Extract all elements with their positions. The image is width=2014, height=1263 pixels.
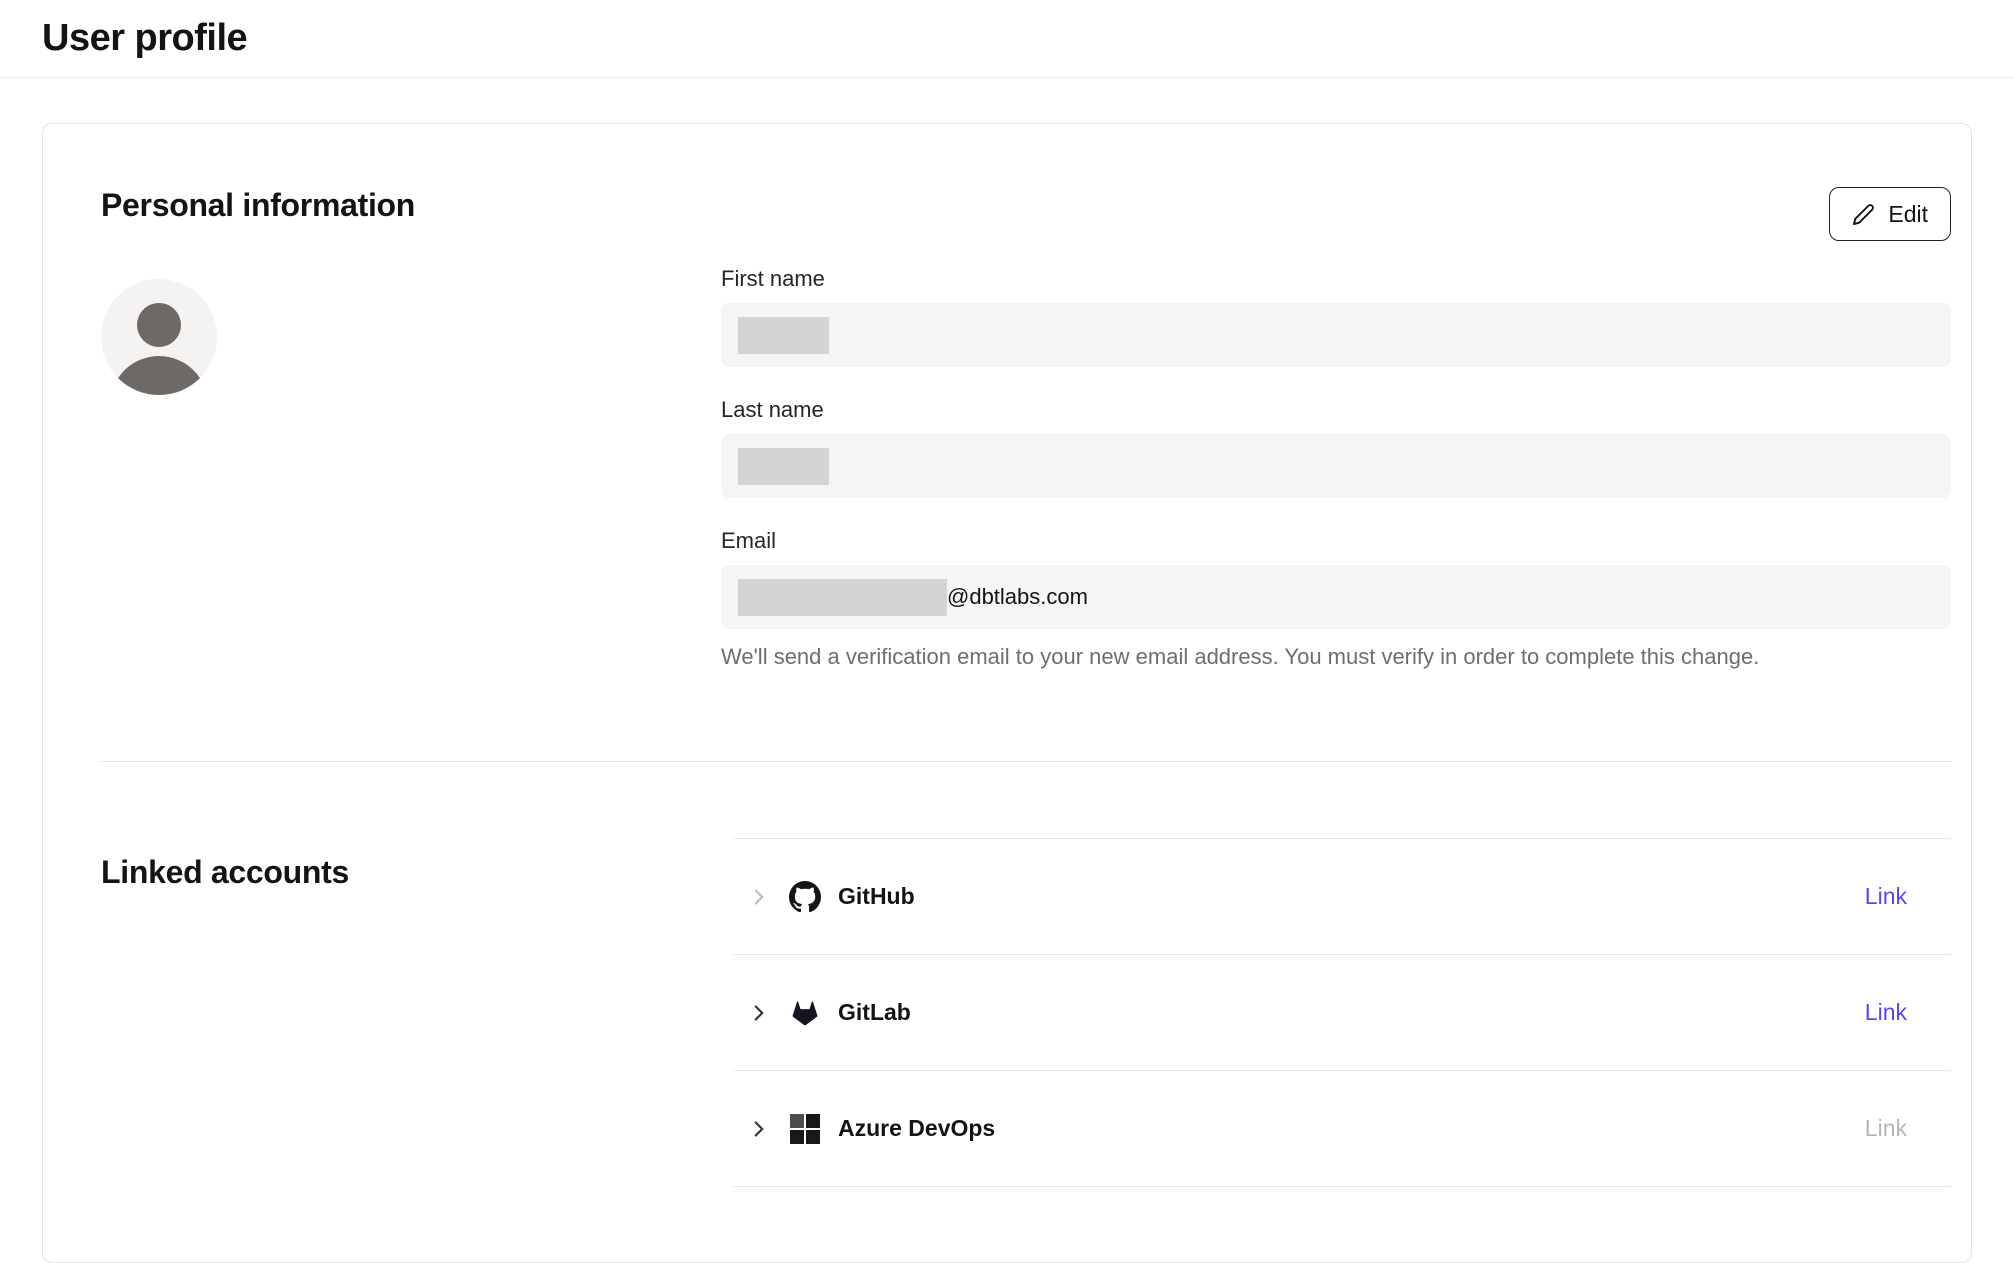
github-icon bbox=[789, 881, 821, 913]
linked-account-name: GitLab bbox=[838, 999, 911, 1026]
redacted-first-name-value bbox=[738, 317, 829, 354]
linked-accounts-heading: Linked accounts bbox=[101, 854, 734, 891]
chevron-right-icon[interactable] bbox=[746, 1000, 772, 1026]
azure-devops-icon bbox=[789, 1113, 821, 1145]
chevron-right-icon[interactable] bbox=[746, 884, 772, 910]
edit-button[interactable]: Edit bbox=[1829, 187, 1951, 241]
section-divider bbox=[101, 761, 1951, 762]
page-title: User profile bbox=[42, 17, 247, 60]
email-domain-text: @dbtlabs.com bbox=[947, 584, 1088, 610]
first-name-field: First name bbox=[721, 265, 1951, 367]
github-link-action[interactable]: Link bbox=[1865, 883, 1907, 910]
azure-devops-link-action[interactable]: Link bbox=[1865, 1115, 1907, 1142]
edit-button-label: Edit bbox=[1888, 201, 1928, 228]
linked-account-row-azure-devops: Azure DevOps Link bbox=[734, 1071, 1951, 1187]
personal-information-section: Personal information Edit bbox=[101, 187, 1951, 670]
avatar bbox=[101, 279, 217, 395]
last-name-input[interactable] bbox=[721, 434, 1951, 498]
linked-accounts-section: Linked accounts GitHub Link bbox=[101, 838, 1951, 1187]
redacted-email-value bbox=[738, 579, 947, 616]
chevron-right-icon[interactable] bbox=[746, 1116, 772, 1142]
profile-card: Personal information Edit bbox=[42, 123, 1972, 1263]
personal-information-heading: Personal information bbox=[101, 187, 415, 224]
redacted-last-name-value bbox=[738, 448, 829, 485]
linked-account-name: GitHub bbox=[838, 883, 915, 910]
gitlab-link-action[interactable]: Link bbox=[1865, 999, 1907, 1026]
last-name-label: Last name bbox=[721, 396, 1951, 423]
personal-info-form: First name Last name Email bbox=[721, 265, 1951, 670]
gitlab-icon bbox=[789, 997, 821, 1029]
email-help-text: We'll send a verification email to your … bbox=[721, 643, 1951, 670]
linked-account-row-gitlab: GitLab Link bbox=[734, 955, 1951, 1071]
email-input[interactable]: @dbtlabs.com bbox=[721, 565, 1951, 629]
linked-account-name: Azure DevOps bbox=[838, 1115, 995, 1142]
email-label: Email bbox=[721, 527, 1951, 554]
page-header: User profile bbox=[0, 0, 2014, 78]
person-silhouette-icon bbox=[137, 303, 181, 347]
linked-account-row-github: GitHub Link bbox=[734, 839, 1951, 955]
content-area: Personal information Edit bbox=[0, 78, 2014, 1263]
pencil-icon bbox=[1852, 203, 1875, 226]
email-field: Email @dbtlabs.com We'll send a verifica… bbox=[721, 527, 1951, 670]
first-name-input[interactable] bbox=[721, 303, 1951, 367]
linked-accounts-list: GitHub Link GitLab Link bbox=[734, 838, 1951, 1187]
first-name-label: First name bbox=[721, 265, 1951, 292]
last-name-field: Last name bbox=[721, 396, 1951, 498]
